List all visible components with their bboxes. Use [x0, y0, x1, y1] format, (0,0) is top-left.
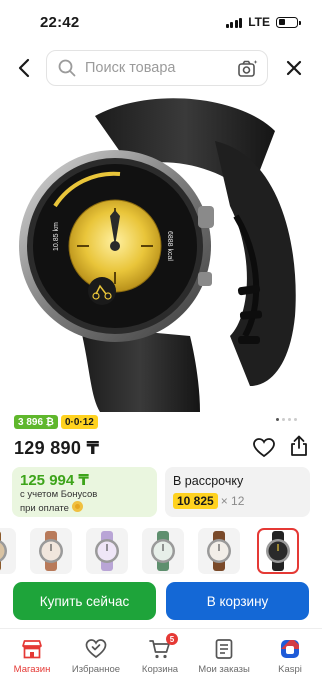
installment-amount: 10 825: [173, 493, 218, 509]
close-icon: [286, 60, 302, 76]
heart-check-icon: [85, 639, 107, 659]
camera-search-button[interactable]: [237, 58, 259, 80]
bonus-note-line2-row: при оплате: [20, 501, 149, 515]
product-price: 129 890 ₸: [14, 438, 100, 458]
variant-thumb-brown-strap[interactable]: [0, 528, 16, 574]
buy-now-button[interactable]: Купить сейчас: [13, 582, 156, 620]
status-time: 22:42: [40, 13, 80, 31]
search-icon: [57, 58, 77, 78]
cart-count-badge: 5: [166, 633, 178, 645]
bottom-nav: Магазин Избранное 5 Корзина Мои заказы K…: [0, 628, 322, 698]
top-bar: [0, 50, 322, 86]
back-button[interactable]: [10, 54, 38, 82]
carousel-dots: [276, 418, 297, 421]
chevron-left-icon: [18, 58, 30, 78]
variant-thumb-brown-leather[interactable]: [198, 528, 240, 574]
heart-icon: [253, 438, 275, 458]
watch-thumb-icon: [0, 531, 7, 571]
promo-badges: 3 896 ₿ 0·0·12: [14, 415, 98, 429]
variant-thumb-rose-leather[interactable]: [30, 528, 72, 574]
dial-left-text: 10.85 km: [53, 222, 60, 251]
variant-thumb-black[interactable]: [257, 528, 299, 574]
bonus-note-line2: при оплате: [20, 503, 69, 514]
smartwatch-image: 10.85 km 6888 kcal: [19, 98, 296, 412]
cart-icon-wrap: 5: [148, 633, 178, 661]
coin-icon: [71, 501, 83, 512]
nav-label-orders: Мои заказы: [198, 664, 250, 675]
orders-icon: [215, 639, 233, 659]
nav-item-favorites[interactable]: Избранное: [64, 637, 128, 675]
status-indicators: LTE: [225, 15, 301, 29]
signal-icon: [225, 17, 243, 28]
nav-label-favorites: Избранное: [71, 664, 121, 675]
watch-thumb-icon: [151, 531, 175, 571]
nav-item-shop[interactable]: Магазин: [0, 637, 64, 675]
nav-item-orders[interactable]: Мои заказы: [192, 637, 256, 675]
bonus-price: 125 994 ₸: [20, 472, 89, 489]
shop-icon: [22, 640, 42, 659]
installment-title: В рассрочку: [173, 474, 244, 488]
kaspi-logo-icon: [281, 640, 299, 658]
nav-label-shop: Магазин: [13, 664, 51, 675]
watch-thumb-icon: [266, 531, 290, 571]
bonus-note-line1: с учетом Бонусов: [20, 489, 98, 500]
watch-thumb-icon: [95, 531, 119, 571]
search-input[interactable]: [85, 60, 225, 76]
status-bar: 22:42 LTE: [0, 0, 322, 44]
product-image[interactable]: 10.85 km 6888 kcal: [0, 86, 322, 412]
watch-thumb-icon: [39, 531, 63, 571]
nav-item-cart[interactable]: 5 Корзина: [128, 633, 192, 675]
bonus-badge: 3 896 ₿: [14, 415, 58, 429]
watch-thumb-icon: [207, 531, 231, 571]
variant-thumb-lilac[interactable]: [86, 528, 128, 574]
nav-label-kaspi: Kaspi: [278, 664, 302, 675]
camera-icon: [238, 60, 258, 77]
nav-label-cart: Корзина: [141, 664, 179, 675]
nav-item-kaspi[interactable]: Kaspi: [258, 637, 322, 675]
dial-right-text: 6888 kcal: [166, 231, 173, 261]
battery-icon: [276, 16, 301, 28]
add-to-cart-button[interactable]: В корзину: [166, 582, 309, 620]
bonus-price-card[interactable]: 125 994 ₸ с учетом Бонусов при оплате: [12, 467, 157, 517]
network-type: LTE: [248, 15, 270, 29]
share-icon: [291, 435, 307, 456]
favorite-button[interactable]: [252, 436, 276, 460]
installment-badge: 0·0·12: [60, 415, 98, 429]
variant-thumb-green[interactable]: [142, 528, 184, 574]
installment-multiplier: × 12: [220, 494, 245, 508]
installment-row: 10 825 × 12: [173, 493, 302, 509]
installment-card[interactable]: В рассрочку 10 825 × 12: [165, 467, 310, 517]
search-bar[interactable]: [46, 50, 268, 86]
variant-thumbnails: [0, 528, 322, 574]
close-button[interactable]: [280, 54, 308, 82]
share-button[interactable]: [287, 434, 311, 458]
